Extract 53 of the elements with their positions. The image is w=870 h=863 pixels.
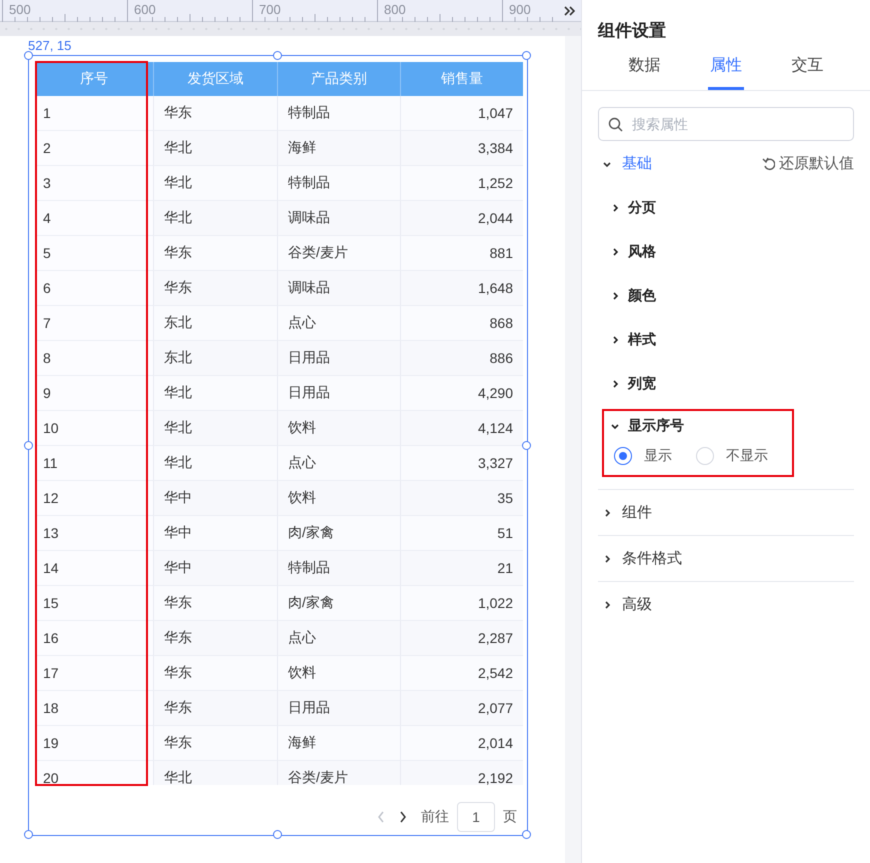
setting-label[interactable]: 列宽 [628, 375, 656, 393]
table-cell: 2 [35, 131, 153, 166]
table-cell: 华北 [153, 761, 277, 785]
table-cell: 6 [35, 271, 153, 306]
page-input[interactable]: 1 [457, 802, 495, 832]
table-cell: 16 [35, 621, 153, 656]
section-label[interactable]: 基础 [622, 154, 652, 173]
table-cell: 18 [35, 691, 153, 726]
resize-handle[interactable] [24, 51, 33, 60]
search-icon [608, 117, 623, 132]
setting-label[interactable]: 显示序号 [628, 417, 684, 435]
resize-handle[interactable] [522, 830, 531, 839]
radio-label[interactable]: 不显示 [726, 447, 768, 465]
resize-handle[interactable] [24, 830, 33, 839]
section-label[interactable]: 组件 [622, 503, 652, 522]
search-field[interactable]: 搜索属性 [598, 107, 854, 141]
setting-label[interactable]: 样式 [628, 331, 656, 349]
setting-label[interactable]: 风格 [628, 243, 656, 261]
ruler-label: 800 [384, 2, 406, 16]
ruler-label: 900 [509, 2, 531, 16]
setting-label[interactable]: 分页 [628, 199, 656, 217]
table-cell: 谷类/麦片 [277, 761, 400, 785]
section-label[interactable]: 高级 [622, 595, 652, 614]
page-label: 页 [503, 808, 517, 826]
table-cell: 12 [35, 481, 153, 516]
radio-label[interactable]: 显示 [644, 447, 672, 465]
table-cell: 20 [35, 761, 153, 785]
resize-handle[interactable] [522, 440, 531, 450]
next-page-icon[interactable] [399, 811, 407, 823]
ruler-label: 700 [259, 2, 281, 16]
panel-title: 组件设置 [598, 20, 667, 42]
resize-handle[interactable] [522, 51, 531, 60]
resize-handle[interactable] [273, 51, 282, 60]
reset-button[interactable]: 还原默认值 [762, 154, 854, 173]
setting-label[interactable]: 颜色 [628, 287, 656, 305]
goto-label: 前往 [421, 808, 449, 826]
radio-button[interactable] [614, 447, 632, 465]
coordinates-label: 527, 15 [28, 38, 72, 53]
undo-icon [762, 156, 775, 170]
ruler-label: 600 [134, 2, 156, 16]
double-chevron-icon[interactable] [564, 4, 575, 16]
ruler-label: 500 [9, 2, 31, 16]
table-cell: 8 [35, 341, 153, 376]
tab[interactable]: 交互 [789, 44, 826, 90]
resize-handle[interactable] [273, 830, 282, 839]
tab[interactable]: 属性 [708, 44, 744, 90]
table-cell: 14 [35, 551, 153, 586]
tab[interactable]: 数据 [626, 44, 663, 90]
table-cell: 10 [35, 411, 153, 446]
section-label[interactable]: 条件格式 [622, 549, 682, 568]
resize-handle[interactable] [24, 440, 33, 450]
table-cell: 4 [35, 201, 153, 236]
table-cell: 2,192 [400, 761, 523, 785]
